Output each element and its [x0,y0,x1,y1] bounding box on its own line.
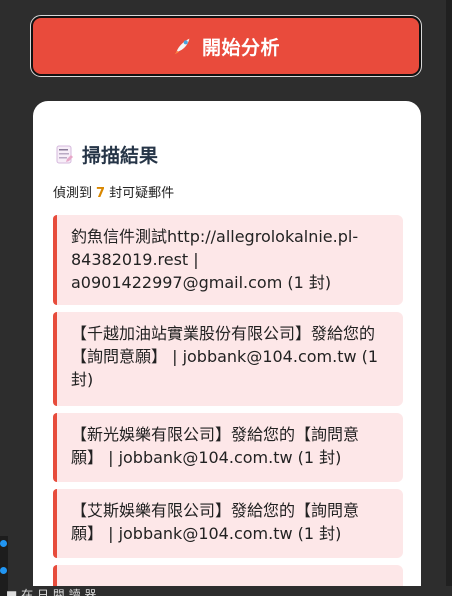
rocket-icon [172,35,194,57]
scan-results-heading: 掃描結果 [82,144,159,167]
scan-results-title: 掃描結果 [54,141,401,167]
summary-suffix: 封可疑郵件 [109,186,175,201]
extension-popup: 開始分析 掃描結果 偵測到 7 封可疑郵件 釣魚信件測試http://allegro… [0,0,452,596]
start-analysis-label: 開始分析 [201,37,280,59]
summary-prefix: 偵測到 [53,186,93,201]
bottom-caption: ■ 在 日 閱 讀 器 [6,588,97,596]
detection-summary: 偵測到 7 封可疑郵件 [53,185,401,203]
suspicious-count: 7 [96,186,106,201]
suspicious-email-item[interactable]: 釣魚信件測試http://allegrolokalnie.pl-84382019… [53,215,403,305]
suspicious-email-item[interactable]: 【千越加油站實業股份有限公司】發給您的【詢問意願】 | jobbank@104.… [53,312,403,406]
suspicious-email-item[interactable]: 【新光娛樂有限公司】發給您的【詢問意願】 | jobbank@104.com.t… [53,413,403,482]
scan-results-card: 掃描結果 偵測到 7 封可疑郵件 釣魚信件測試http://allegrolokal… [33,101,421,596]
start-analysis-button[interactable]: 開始分析 [30,15,422,77]
suspicious-email-list: 釣魚信件測試http://allegrolokalnie.pl-84382019… [53,215,403,596]
note-icon [54,144,74,165]
scrollbar-track[interactable] [446,0,452,596]
suspicious-email-item[interactable]: 【艾斯娛樂有限公司】發給您的【詢問意願】 | jobbank@104.com.t… [53,489,403,558]
